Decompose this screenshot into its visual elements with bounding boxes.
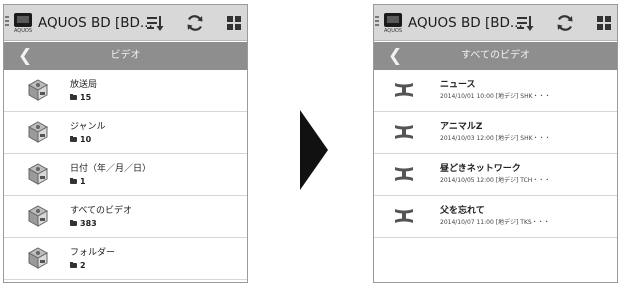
aquos-logo-icon: AQUOS bbox=[12, 10, 34, 36]
drawer-handle-icon[interactable] bbox=[375, 16, 380, 28]
item-count-value: 2 bbox=[80, 261, 86, 270]
video-meta: 2014/10/05 12:00 [地デジ] TCH・・・ bbox=[440, 177, 551, 184]
item-count: 15 bbox=[70, 93, 91, 103]
refresh-icon[interactable] bbox=[185, 13, 205, 33]
list-item[interactable]: フォルダー 2 bbox=[4, 238, 247, 280]
media-folder-icon bbox=[28, 121, 48, 143]
item-count: 383 bbox=[70, 219, 97, 229]
app-bar: AQUOS AQUOS BD [BD... bbox=[374, 5, 617, 41]
item-name: 放送局 bbox=[70, 80, 98, 90]
sort-icon[interactable] bbox=[515, 13, 535, 33]
video-meta: 2014/10/01 10:00 [地デジ] SHK・・・ bbox=[440, 93, 551, 100]
section-title: ビデオ bbox=[110, 50, 141, 61]
logo-label: AQUOS bbox=[383, 28, 403, 34]
section-header: ❮ ビデオ bbox=[4, 42, 247, 70]
video-list-item[interactable]: ニュース 2014/10/01 10:00 [地デジ] SHK・・・ bbox=[374, 70, 617, 112]
folder-icon bbox=[70, 220, 77, 226]
drawer-handle-icon[interactable] bbox=[5, 16, 10, 28]
item-count: 1 bbox=[70, 177, 86, 187]
right-screen: AQUOS AQUOS BD [BD... ❮ すべてのビデオ ニュース 201… bbox=[373, 4, 618, 283]
app-title: AQUOS BD [BD... bbox=[38, 15, 153, 31]
video-title: ニュース bbox=[440, 80, 476, 90]
folder-icon bbox=[70, 262, 77, 268]
item-count-value: 10 bbox=[80, 135, 92, 144]
refresh-icon[interactable] bbox=[555, 13, 575, 33]
video-icon bbox=[393, 207, 415, 225]
media-folder-icon bbox=[28, 247, 48, 269]
video-icon bbox=[393, 165, 415, 183]
folder-icon bbox=[70, 94, 77, 100]
item-name: 日付（年／月／日） bbox=[70, 164, 152, 174]
video-list-item[interactable]: アニマルZ 2014/10/03 12:00 [地デジ] SHK・・・ bbox=[374, 112, 617, 154]
category-list: 放送局 15 ジャンル 10 日付（年／月／日） 1 すべてのビデオ 383 フ… bbox=[4, 70, 247, 280]
video-title: アニマルZ bbox=[440, 122, 483, 132]
app-bar: AQUOS AQUOS BD [BD... bbox=[4, 5, 247, 41]
item-name: すべてのビデオ bbox=[70, 206, 133, 216]
item-name: フォルダー bbox=[70, 248, 116, 258]
video-meta: 2014/10/03 12:00 [地デジ] SHK・・・ bbox=[440, 135, 551, 142]
video-meta: 2014/10/07 11:00 [地デジ] TKS・・・ bbox=[440, 219, 550, 226]
item-count-value: 1 bbox=[80, 177, 86, 186]
video-icon bbox=[393, 81, 415, 99]
video-icon bbox=[393, 123, 415, 141]
next-step-arrow-icon bbox=[300, 110, 328, 190]
media-folder-icon bbox=[28, 79, 48, 101]
section-title: すべてのビデオ bbox=[461, 50, 530, 61]
item-name: ジャンル bbox=[70, 122, 106, 132]
media-folder-icon bbox=[28, 163, 48, 185]
video-list-item[interactable]: 昼どきネットワーク 2014/10/05 12:00 [地デジ] TCH・・・ bbox=[374, 154, 617, 196]
grid-view-icon[interactable] bbox=[594, 13, 614, 33]
item-count: 10 bbox=[70, 135, 91, 145]
logo-label: AQUOS bbox=[13, 28, 33, 34]
item-count-value: 383 bbox=[80, 219, 97, 228]
media-folder-icon bbox=[28, 205, 48, 227]
item-count: 2 bbox=[70, 261, 86, 271]
list-item[interactable]: 放送局 15 bbox=[4, 70, 247, 112]
video-list: ニュース 2014/10/01 10:00 [地デジ] SHK・・・ アニマルZ… bbox=[374, 70, 617, 238]
list-item[interactable]: すべてのビデオ 383 bbox=[4, 196, 247, 238]
grid-view-icon[interactable] bbox=[224, 13, 244, 33]
list-item[interactable]: ジャンル 10 bbox=[4, 112, 247, 154]
section-header: ❮ すべてのビデオ bbox=[374, 42, 617, 70]
app-title: AQUOS BD [BD... bbox=[408, 15, 523, 31]
list-item[interactable]: 日付（年／月／日） 1 bbox=[4, 154, 247, 196]
folder-icon bbox=[70, 178, 77, 184]
item-count-value: 15 bbox=[80, 93, 92, 102]
aquos-logo-icon: AQUOS bbox=[382, 10, 404, 36]
video-title: 父を忘れて bbox=[440, 206, 485, 216]
video-list-item[interactable]: 父を忘れて 2014/10/07 11:00 [地デジ] TKS・・・ bbox=[374, 196, 617, 238]
sort-icon[interactable] bbox=[145, 13, 165, 33]
video-title: 昼どきネットワーク bbox=[440, 164, 521, 174]
left-screen: AQUOS AQUOS BD [BD... ❮ ビデオ 放送局 15 ジャンル … bbox=[3, 4, 248, 283]
folder-icon bbox=[70, 136, 77, 142]
